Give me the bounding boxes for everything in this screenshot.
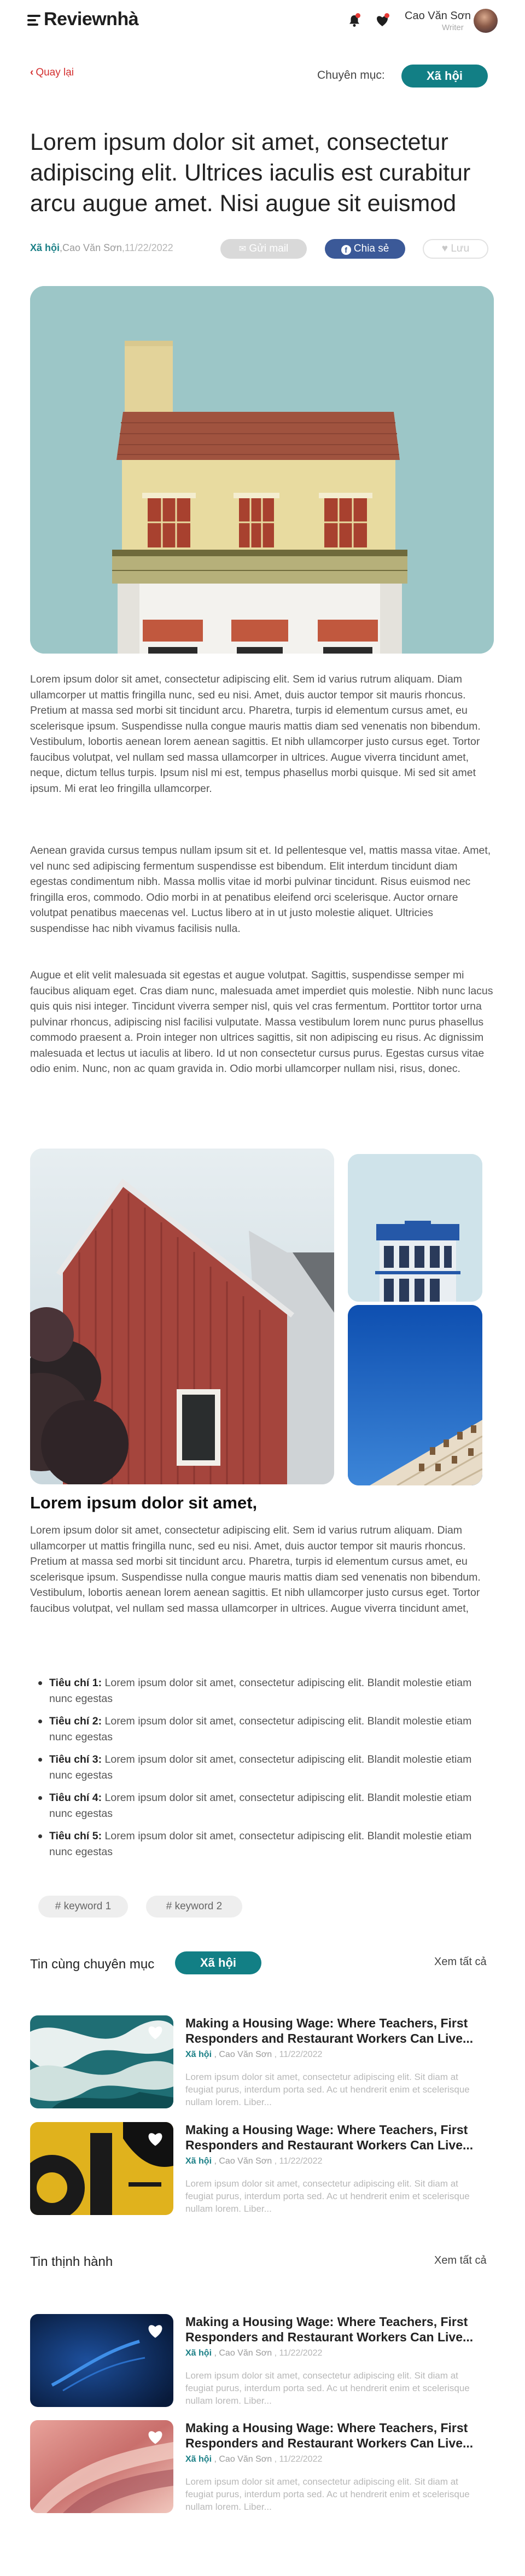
- criteria-label: Tiêu chí 1:: [49, 1677, 102, 1689]
- card-description: Lorem ipsum dolor sit amet, consectetur …: [185, 2370, 470, 2406]
- card-date: 11/22/2022: [279, 2050, 323, 2059]
- criteria-label: Tiêu chí 3:: [49, 1753, 102, 1765]
- article-paragraph: Augue et elit velit malesuada sit egesta…: [30, 969, 493, 1075]
- gallery-image-building[interactable]: [348, 1154, 482, 1302]
- criteria-item: Tiêu chí 2: Lorem ipsum dolor sit amet, …: [38, 1714, 492, 1745]
- chevron-left-icon: ‹: [30, 67, 34, 78]
- section-heading: Lorem ipsum dolor sit amet,: [30, 1493, 258, 1512]
- card-title[interactable]: Making a Housing Wage: Where Teachers, F…: [185, 2015, 481, 2046]
- criteria-text: Lorem ipsum dolor sit amet, consectetur …: [49, 1830, 472, 1858]
- user-name[interactable]: Cao Văn Sơn: [405, 10, 471, 22]
- criteria-text: Lorem ipsum dolor sit amet, consectetur …: [49, 1792, 472, 1820]
- card-author[interactable]: Cao Văn Sơn: [219, 2455, 272, 2464]
- article-category[interactable]: Xã hội: [30, 242, 60, 253]
- see-all-link[interactable]: Xem tất cả: [434, 2254, 487, 2267]
- back-label: Quay lại: [36, 67, 74, 78]
- criteria-item: Tiêu chí 5: Lorem ipsum dolor sit amet, …: [38, 1828, 492, 1860]
- site-logo[interactable]: Reviewnhà: [27, 9, 139, 30]
- card-thumbnail[interactable]: [30, 2122, 173, 2215]
- card-date: 11/22/2022: [279, 2348, 323, 2358]
- card-description: Lorem ipsum dolor sit amet, consectetur …: [185, 2072, 470, 2107]
- criteria-text: Lorem ipsum dolor sit amet, consectetur …: [49, 1677, 472, 1705]
- article-paragraph: Lorem ipsum dolor sit amet, consectetur …: [30, 673, 481, 795]
- save-label: Lưu: [451, 243, 470, 254]
- avatar[interactable]: [474, 9, 498, 33]
- card-meta: Xã hội , Cao Văn Sơn , 11/22/2022: [185, 2348, 323, 2358]
- related-section-title: Tin cùng chuyên mục: [30, 1957, 155, 1972]
- logo-text: Reviewnhà: [44, 9, 139, 30]
- criteria-text: Lorem ipsum dolor sit amet, consectetur …: [49, 1753, 472, 1781]
- bell-icon[interactable]: [348, 13, 360, 27]
- card-thumbnail[interactable]: [30, 2314, 173, 2407]
- topic-badge[interactable]: Xã hội: [401, 65, 488, 88]
- heart-icon[interactable]: [146, 2131, 165, 2147]
- card-thumbnail[interactable]: [30, 2015, 173, 2108]
- criteria-label: Tiêu chí 4:: [49, 1792, 102, 1804]
- related-topic-badge[interactable]: Xã hội: [175, 1951, 261, 1974]
- card-title[interactable]: Making a Housing Wage: Where Teachers, F…: [185, 2314, 481, 2345]
- trending-section-title: Tin thịnh hành: [30, 2254, 113, 2269]
- article-paragraph: Lorem ipsum dolor sit amet, consectetur …: [30, 1524, 481, 1615]
- heart-icon: ♥: [441, 243, 448, 254]
- keyword-tag[interactable]: # keyword 1: [38, 1896, 128, 1918]
- article-title: Lorem ipsum dolor sit amet, consectetur …: [30, 129, 471, 217]
- card-title[interactable]: Making a Housing Wage: Where Teachers, F…: [185, 2122, 481, 2153]
- heart-icon[interactable]: [146, 2429, 165, 2445]
- card-category[interactable]: Xã hội: [185, 2157, 212, 2166]
- card-thumbnail[interactable]: [30, 2420, 173, 2513]
- user-role: Writer: [442, 23, 464, 32]
- mail-icon: ✉: [238, 244, 247, 254]
- keyword-tag[interactable]: # keyword 2: [146, 1896, 242, 1918]
- article-paragraph: Aenean gravida cursus tempus nullam ipsu…: [30, 844, 491, 935]
- article-meta: Xã hội,Cao Văn Sơn,11/22/2022: [30, 242, 173, 253]
- see-all-link[interactable]: Xem tất cả: [434, 1956, 487, 1968]
- hero-image: [30, 286, 494, 654]
- criteria-label: Tiêu chí 5:: [49, 1830, 102, 1842]
- criteria-item: Tiêu chí 4: Lorem ipsum dolor sit amet, …: [38, 1790, 492, 1821]
- card-author[interactable]: Cao Văn Sơn: [219, 2348, 272, 2358]
- criteria-text: Lorem ipsum dolor sit amet, consectetur …: [49, 1715, 472, 1743]
- send-mail-button[interactable]: ✉ Gửi mail: [220, 239, 307, 259]
- gallery-image-tower[interactable]: [348, 1305, 482, 1485]
- card-author[interactable]: Cao Văn Sơn: [219, 2157, 272, 2166]
- topic-label: Chuyên mục:: [317, 69, 385, 81]
- article-date: 11/22/2022: [124, 242, 173, 253]
- card-meta: Xã hội , Cao Văn Sơn , 11/22/2022: [185, 2157, 323, 2166]
- card-author[interactable]: Cao Văn Sơn: [219, 2050, 272, 2059]
- notification-dot: [355, 13, 360, 18]
- criteria-label: Tiêu chí 2:: [49, 1715, 102, 1727]
- criteria-item: Tiêu chí 3: Lorem ipsum dolor sit amet, …: [38, 1752, 492, 1783]
- card-category[interactable]: Xã hội: [185, 2348, 212, 2358]
- share-label: Chia sẻ: [353, 243, 389, 254]
- article-author[interactable]: Cao Văn Sơn: [62, 242, 122, 253]
- card-meta: Xã hội , Cao Văn Sơn , 11/22/2022: [185, 2455, 323, 2464]
- heart-icon[interactable]: [146, 2024, 165, 2041]
- criteria-item: Tiêu chí 1: Lorem ipsum dolor sit amet, …: [38, 1675, 492, 1706]
- favorites-icon[interactable]: [375, 13, 389, 27]
- send-mail-label: Gửi mail: [249, 243, 289, 254]
- card-description: Lorem ipsum dolor sit amet, consectetur …: [185, 2476, 470, 2512]
- card-description: Lorem ipsum dolor sit amet, consectetur …: [185, 2178, 470, 2214]
- heart-icon[interactable]: [146, 2323, 165, 2339]
- card-date: 11/22/2022: [279, 2455, 323, 2464]
- gallery-image-barn[interactable]: [30, 1149, 334, 1484]
- menu-icon[interactable]: [27, 13, 40, 28]
- card-category[interactable]: Xã hội: [185, 2050, 212, 2059]
- card-title[interactable]: Making a Housing Wage: Where Teachers, F…: [185, 2420, 481, 2451]
- card-category[interactable]: Xã hội: [185, 2455, 212, 2464]
- back-link[interactable]: ‹ Quay lại: [30, 67, 74, 79]
- save-button[interactable]: ♥ Lưu: [423, 239, 488, 259]
- card-meta: Xã hội , Cao Văn Sơn , 11/22/2022: [185, 2050, 323, 2059]
- facebook-icon: f: [341, 245, 351, 255]
- share-button[interactable]: f Chia sẻ: [325, 239, 405, 259]
- notification-dot: [384, 13, 389, 18]
- card-date: 11/22/2022: [279, 2157, 323, 2166]
